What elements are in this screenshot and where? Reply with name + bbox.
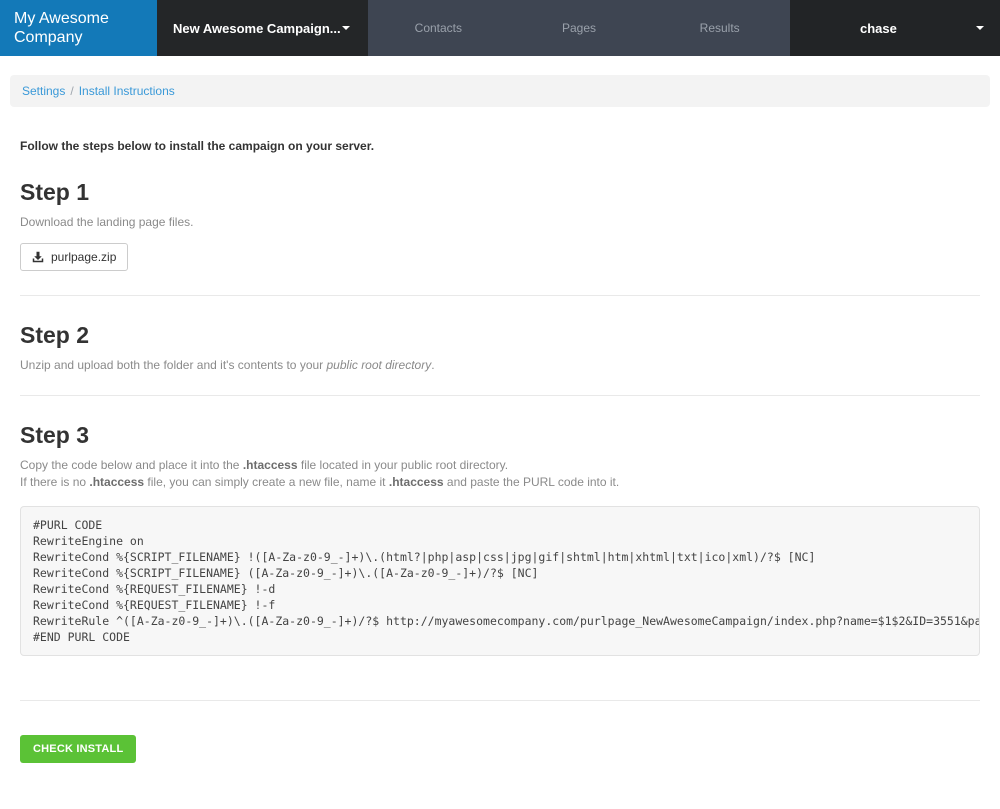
download-button-label: purlpage.zip [51, 250, 117, 265]
main-content: Follow the steps below to install the ca… [0, 139, 1000, 809]
user-menu[interactable]: chase [790, 0, 1000, 56]
download-purlpage-button[interactable]: purlpage.zip [20, 243, 129, 272]
step-2-section: Step 2 Unzip and upload both the folder … [20, 322, 980, 374]
top-navbar: My Awesome Company New Awesome Campaign.… [0, 0, 1000, 56]
brand-name: My Awesome Company [14, 9, 109, 46]
step-3-line-2: If there is no .htaccess file, you can s… [20, 474, 980, 491]
step-3-text-end: file located in your public root directo… [297, 457, 509, 472]
divider [20, 295, 980, 297]
step-3-text-end: and paste the PURL code into it. [443, 475, 620, 490]
intro-text: Follow the steps below to install the ca… [20, 139, 375, 153]
step-1-section: Step 1 Download the landing page files. … [20, 179, 980, 275]
chevron-down-icon [976, 26, 984, 30]
divider [20, 394, 980, 396]
step-2-title: Step 2 [20, 322, 90, 349]
campaign-selector[interactable]: New Awesome Campaign... [157, 0, 368, 56]
user-menu-label: chase [860, 20, 897, 36]
check-install-button[interactable]: CHECK INSTALL [20, 735, 137, 764]
brand-logo[interactable]: My Awesome Company [0, 0, 157, 56]
purl-code-block: #PURL CODE RewriteEngine on RewriteCond … [20, 505, 980, 657]
step-3-text: If there is no [20, 475, 90, 490]
step-3-text: Copy the code below and place it into th… [20, 457, 243, 472]
step-1-description: Download the landing page files. [20, 215, 194, 229]
htaccess-bold: .htaccess [89, 475, 145, 490]
step-2-emphasis: public root directory [326, 358, 432, 373]
step-3-section: Step 3 Copy the code below and place it … [20, 422, 980, 657]
primary-nav: Contacts Pages Results [368, 0, 790, 56]
step-3-text: file, you can simply create a new file, … [144, 475, 389, 490]
nav-item-contacts[interactable]: Contacts [368, 0, 509, 56]
chevron-down-icon [342, 26, 350, 30]
step-2-text: Unzip and upload both the folder and it'… [20, 358, 327, 373]
breadcrumb-separator: / [70, 84, 74, 98]
step-2-text-end: . [431, 358, 435, 373]
breadcrumb-settings[interactable]: Settings [22, 84, 65, 98]
breadcrumb-install-instructions[interactable]: Install Instructions [79, 84, 175, 98]
breadcrumb: Settings / Install Instructions [10, 75, 990, 107]
nav-item-results[interactable]: Results [649, 0, 790, 56]
htaccess-bold: .htaccess [242, 457, 298, 472]
divider [20, 700, 980, 702]
htaccess-bold: .htaccess [388, 475, 444, 490]
step-1-title: Step 1 [20, 179, 90, 205]
step-3-title: Step 3 [20, 421, 90, 448]
step-2-description: Unzip and upload both the folder and it'… [20, 357, 980, 374]
campaign-selector-label: New Awesome Campaign... [173, 20, 341, 36]
nav-item-pages[interactable]: Pages [509, 0, 650, 56]
download-icon [32, 251, 44, 263]
step-3-line-1: Copy the code below and place it into th… [20, 457, 980, 474]
